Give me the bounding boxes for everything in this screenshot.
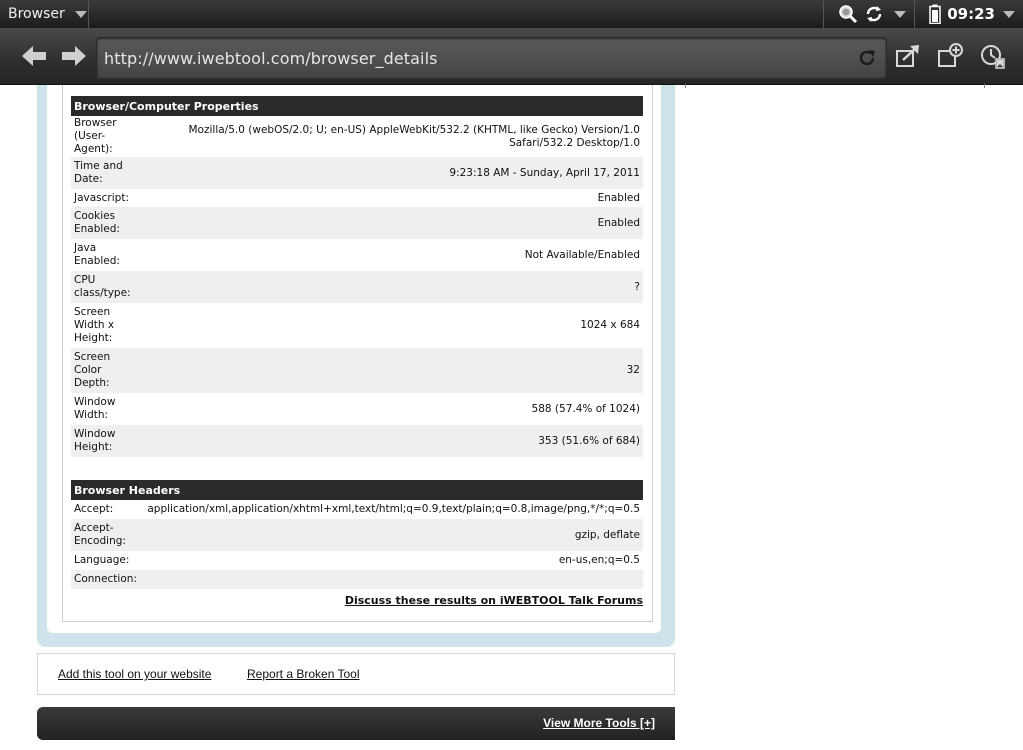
chevron-down-icon [1003,10,1015,18]
url-bar[interactable]: http://www.iwebtool.com/browser_details [96,37,887,79]
header-key: Accept-Encoding: [71,519,141,551]
sync-icon [866,6,882,22]
table-row: Browser (User-Agent): Mozilla/5.0 (webOS… [71,116,643,157]
property-key: Javascript: [74,191,129,204]
property-key: Java Enabled: [74,242,120,267]
table-header-row: Browser Headers [71,480,643,500]
table-row: Time and Date: 9:23:18 AM - Sunday, Apri… [71,157,643,189]
property-key: Window Width: [74,396,116,421]
forward-arrow-icon[interactable] [60,42,88,70]
search-sync-menu[interactable] [823,0,914,28]
header-key: Connection: [71,570,141,589]
header-value: application/xml,application/xhtml+xml,te… [147,503,640,515]
property-value: 1024 x 684 [580,319,640,331]
property-value: Mozilla/5.0 (webOS/2.0; U; en-US) AppleW… [188,123,641,149]
url-text[interactable]: http://www.iwebtool.com/browser_details [104,49,438,68]
header-key: Language: [74,554,130,566]
header-value: gzip, deflate [141,519,643,551]
report-broken-tool-link[interactable]: Report a Broken Tool [247,667,360,681]
search-icon [839,5,858,24]
properties-heading: Browser/Computer Properties [71,96,643,116]
header-value [141,570,643,589]
table-row: Window Height: 353 (51.6% of 684) [71,425,643,457]
table-row: Accept-Encoding: gzip, deflate [71,519,643,551]
forum-link[interactable]: Discuss these results on iWEBTOOL Talk F… [345,594,643,607]
headers-table: Browser Headers Accept: application/xml,… [71,480,643,589]
add-tool-link[interactable]: Add this tool on your website [58,667,211,681]
property-value: Not Available/Enabled [524,248,640,261]
table-row: Connection: [71,570,643,589]
status-indicators: 09:23 [823,0,1023,28]
table-row: Window Width: 588 (57.4% of 1024) [71,393,643,425]
property-value: ? [141,271,643,303]
property-key: Cookies Enabled: [71,207,141,239]
header-key: Accept: [74,503,114,515]
table-row: Accept: application/xml,application/xhtm… [71,500,643,519]
tool-links-box: Add this tool on your website Report a B… [37,653,675,695]
property-key: Time and Date: [71,157,141,189]
table-row: Language: en-us,en;q=0.5 [71,551,643,570]
property-key: Screen Width x Height: [74,306,115,344]
chevron-down-icon [74,10,87,18]
table-row: Screen Width x Height: 1024 x 684 [71,303,643,348]
app-name: Browser [8,6,65,22]
back-arrow-icon[interactable] [20,42,48,70]
property-key: CPU class/type: [71,271,141,303]
reload-icon[interactable] [856,47,878,69]
clock: 09:23 [947,5,995,23]
app-menu[interactable]: Browser [0,0,89,28]
status-bar: Browser 09:23 [0,0,1023,28]
browser-toolbar: http://www.iwebtool.com/browser_details [0,28,1023,85]
property-value: 588 (57.4% of 1024) [531,402,640,415]
system-menu[interactable]: 09:23 [914,0,1023,28]
headers-heading: Browser Headers [71,480,643,500]
table-row: Javascript: Enabled [71,189,643,207]
table-row: CPU class/type: ? [71,271,643,303]
property-key: Window Height: [71,425,141,457]
table-row: Screen Color Depth: 32 [71,348,643,393]
view-more-tools-link[interactable]: View More Tools [+] [543,716,655,730]
page-edge-mark [685,84,686,88]
table-row: Cookies Enabled: Enabled [71,207,643,239]
page-edge-mark [984,84,985,88]
property-key: Browser (User-Agent): [74,117,117,155]
property-value: Enabled [597,191,640,204]
new-card-icon[interactable] [936,42,964,70]
history-bookmark-icon[interactable] [978,42,1006,70]
chevron-down-icon [894,10,907,18]
properties-table: Browser/Computer Properties Browser (Use… [71,96,643,457]
more-tools-bar: View More Tools [+] [37,707,675,740]
table-row: Java Enabled: Not Available/Enabled [71,239,643,271]
property-value: 32 [141,348,643,393]
property-key: Screen Color Depth: [71,348,141,393]
battery-icon [929,4,941,24]
property-value: 353 (51.6% of 684) [141,425,643,457]
property-value: Enabled [141,207,643,239]
property-value: 9:23:18 AM - Sunday, April 17, 2011 [141,157,643,189]
share-icon[interactable] [894,42,922,70]
header-value: en-us,en;q=0.5 [558,554,640,566]
table-header-row: Browser/Computer Properties [71,96,643,116]
